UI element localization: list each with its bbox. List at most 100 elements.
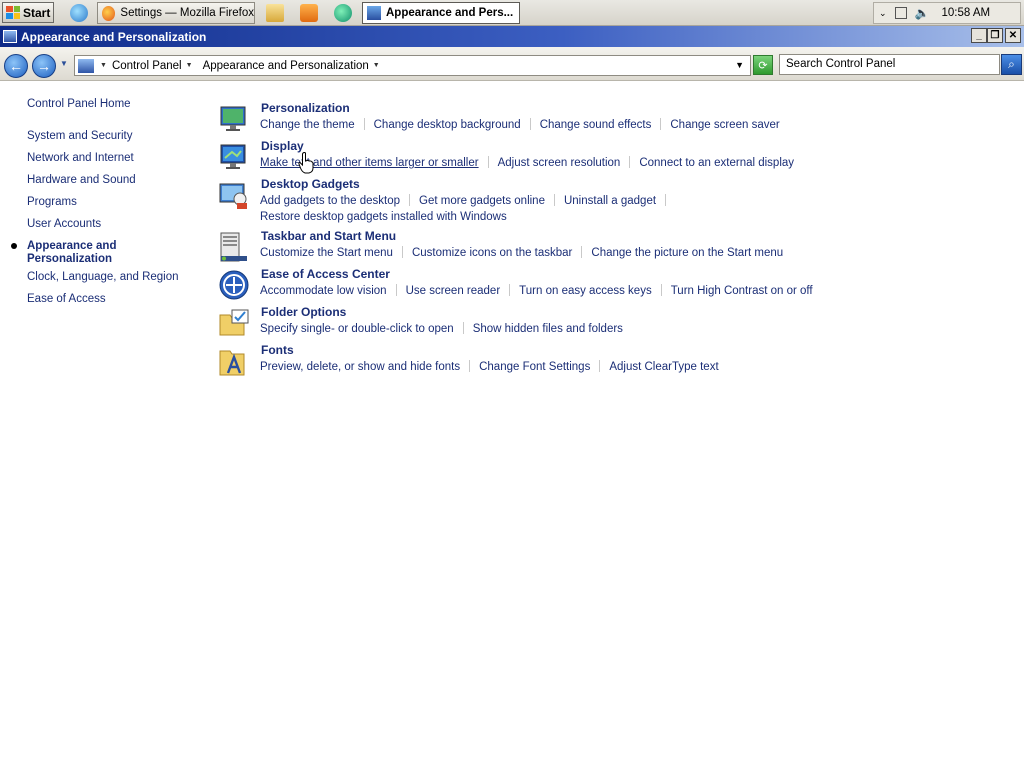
link-preview-delete-fonts[interactable]: Preview, delete, or show and hide fonts — [260, 361, 460, 373]
link-easy-access-keys[interactable]: Turn on easy access keys — [519, 285, 652, 297]
breadcrumb-arrow-icon[interactable]: ▼ — [373, 62, 380, 69]
taskbar-item-label: Appearance and Pers... — [386, 7, 514, 19]
link-get-more-gadgets[interactable]: Get more gadgets online — [419, 195, 545, 207]
internet-explorer-icon[interactable] — [70, 4, 88, 22]
forward-button[interactable]: → — [32, 54, 56, 78]
search-icon[interactable]: ⌕ — [1001, 54, 1022, 75]
group-title-ease-of-access-center[interactable]: Ease of Access Center — [261, 267, 390, 281]
group-links: Add gadgets to the desktop Get more gadge… — [260, 193, 840, 225]
link-adjust-cleartype[interactable]: Adjust ClearType text — [609, 361, 718, 373]
link-single-double-click[interactable]: Specify single- or double-click to open — [260, 323, 454, 335]
personalization-icon[interactable] — [218, 103, 250, 135]
nav-hardware-and-sound[interactable]: Hardware and Sound — [27, 174, 136, 187]
window-title: Appearance and Personalization — [21, 29, 207, 44]
nav-programs[interactable]: Programs — [27, 196, 77, 209]
group-links: Preview, delete, or show and hide fonts C… — [260, 359, 840, 375]
link-change-theme[interactable]: Change the theme — [260, 119, 355, 131]
hand-cursor-icon — [298, 152, 314, 174]
nav-control-panel-home[interactable]: Control Panel Home — [27, 98, 131, 111]
taskbar-item-appearance[interactable]: Appearance and Pers... — [362, 2, 520, 24]
start-button[interactable]: Start — [2, 2, 54, 23]
restore-button[interactable]: ❐ — [987, 28, 1003, 43]
breadcrumb-arrow-icon[interactable]: ▼ — [186, 62, 193, 69]
link-high-contrast[interactable]: Turn High Contrast on or off — [671, 285, 813, 297]
nav-ease-of-access[interactable]: Ease of Access — [27, 293, 106, 306]
nav-user-accounts[interactable]: User Accounts — [27, 218, 101, 231]
link-separator — [401, 246, 403, 258]
link-change-start-menu-picture[interactable]: Change the picture on the Start menu — [591, 247, 783, 259]
link-adjust-screen-resolution[interactable]: Adjust screen resolution — [498, 157, 621, 169]
address-bar[interactable]: ▼ Control Panel ▼ Appearance and Persona… — [74, 55, 751, 76]
link-restore-gadgets[interactable]: Restore desktop gadgets installed with W… — [260, 211, 507, 223]
link-change-font-settings[interactable]: Change Font Settings — [479, 361, 590, 373]
group-links: Specify single- or double-click to open S… — [260, 321, 840, 337]
group-links: Make text and other items larger or smal… — [260, 155, 840, 171]
link-separator — [487, 156, 489, 168]
link-make-text-larger[interactable]: Make text and other items larger or smal… — [260, 157, 479, 169]
minimize-button[interactable]: _ — [971, 28, 987, 43]
group-title-personalization[interactable]: Personalization — [261, 101, 350, 115]
link-separator — [660, 118, 662, 130]
close-button[interactable]: ✕ — [1005, 28, 1021, 43]
recent-pages-dropdown-icon[interactable]: ▼ — [60, 59, 68, 68]
nav-label-line1: Appearance and — [27, 240, 117, 252]
link-customize-taskbar-icons[interactable]: Customize icons on the taskbar — [412, 247, 572, 259]
group-title-fonts[interactable]: Fonts — [261, 343, 294, 357]
folder-options-icon[interactable] — [218, 307, 250, 339]
link-separator — [629, 156, 631, 168]
breadcrumb-arrow-icon[interactable]: ▼ — [100, 62, 107, 69]
link-uninstall-gadget[interactable]: Uninstall a gadget — [564, 195, 656, 207]
network-icon[interactable] — [894, 7, 907, 19]
nav-system-and-security[interactable]: System and Security — [27, 130, 132, 143]
group-title-folder-options[interactable]: Folder Options — [261, 305, 346, 319]
link-change-sound-effects[interactable]: Change sound effects — [540, 119, 652, 131]
address-dropdown-icon[interactable]: ▼ — [735, 60, 744, 70]
link-separator — [660, 284, 662, 296]
volume-muted-icon[interactable]: 🔈 — [915, 6, 930, 20]
link-use-screen-reader[interactable]: Use screen reader — [406, 285, 501, 297]
breadcrumb-appearance[interactable]: Appearance and Personalization ▼ — [198, 60, 385, 72]
ease-of-access-icon[interactable] — [218, 269, 250, 301]
chevron-down-icon[interactable]: ⌄ — [879, 8, 887, 19]
control-panel-icon — [78, 58, 94, 73]
display-icon[interactable] — [218, 141, 250, 173]
group-title-desktop-gadgets[interactable]: Desktop Gadgets — [261, 177, 360, 191]
link-separator — [581, 246, 583, 258]
link-show-hidden-files[interactable]: Show hidden files and folders — [473, 323, 623, 335]
link-connect-external-display[interactable]: Connect to an external display — [639, 157, 794, 169]
folder-icon[interactable] — [266, 4, 284, 22]
link-change-screen-saver[interactable]: Change screen saver — [670, 119, 779, 131]
media-player-icon[interactable] — [300, 4, 318, 22]
link-customize-start-menu[interactable]: Customize the Start menu — [260, 247, 393, 259]
back-button[interactable]: ← — [4, 54, 28, 78]
start-label: Start — [23, 5, 51, 20]
link-separator — [395, 284, 397, 296]
link-separator — [363, 118, 365, 130]
nav-appearance-and-personalization[interactable]: Appearance and Personalization — [11, 240, 117, 266]
system-tray: ⌄ 🔈 10:58 AM — [873, 2, 1021, 24]
link-accommodate-low-vision[interactable]: Accommodate low vision — [260, 285, 387, 297]
breadcrumb-control-panel[interactable]: Control Panel ▼ — [107, 60, 198, 72]
search-input[interactable]: Search Control Panel — [779, 54, 1000, 75]
link-separator — [529, 118, 531, 130]
group-title-display[interactable]: Display — [261, 139, 304, 153]
breadcrumb-label: Appearance and Personalization — [202, 59, 369, 72]
refresh-button[interactable]: ⟳ — [753, 55, 773, 75]
breadcrumb-label: Control Panel — [111, 59, 182, 72]
gadgets-icon[interactable] — [218, 179, 250, 211]
link-separator — [469, 360, 471, 372]
group-links: Change the theme Change desktop backgroun… — [260, 117, 840, 133]
browser-icon[interactable] — [334, 4, 352, 22]
fonts-icon[interactable] — [218, 345, 250, 377]
nav-clock-language-region[interactable]: Clock, Language, and Region — [27, 271, 179, 284]
current-page-bullet — [11, 243, 17, 249]
nav-network-and-internet[interactable]: Network and Internet — [27, 152, 134, 165]
link-separator — [599, 360, 601, 372]
link-change-desktop-background[interactable]: Change desktop background — [374, 119, 521, 131]
taskbar-icon[interactable] — [218, 231, 250, 263]
link-add-gadgets[interactable]: Add gadgets to the desktop — [260, 195, 400, 207]
clock[interactable]: 10:58 AM — [942, 7, 991, 19]
taskbar-item-firefox[interactable]: Settings — Mozilla Firefox — [97, 2, 255, 24]
taskbar-item-label: Settings — Mozilla Firefox — [120, 7, 254, 19]
group-title-taskbar-start-menu[interactable]: Taskbar and Start Menu — [261, 229, 396, 243]
